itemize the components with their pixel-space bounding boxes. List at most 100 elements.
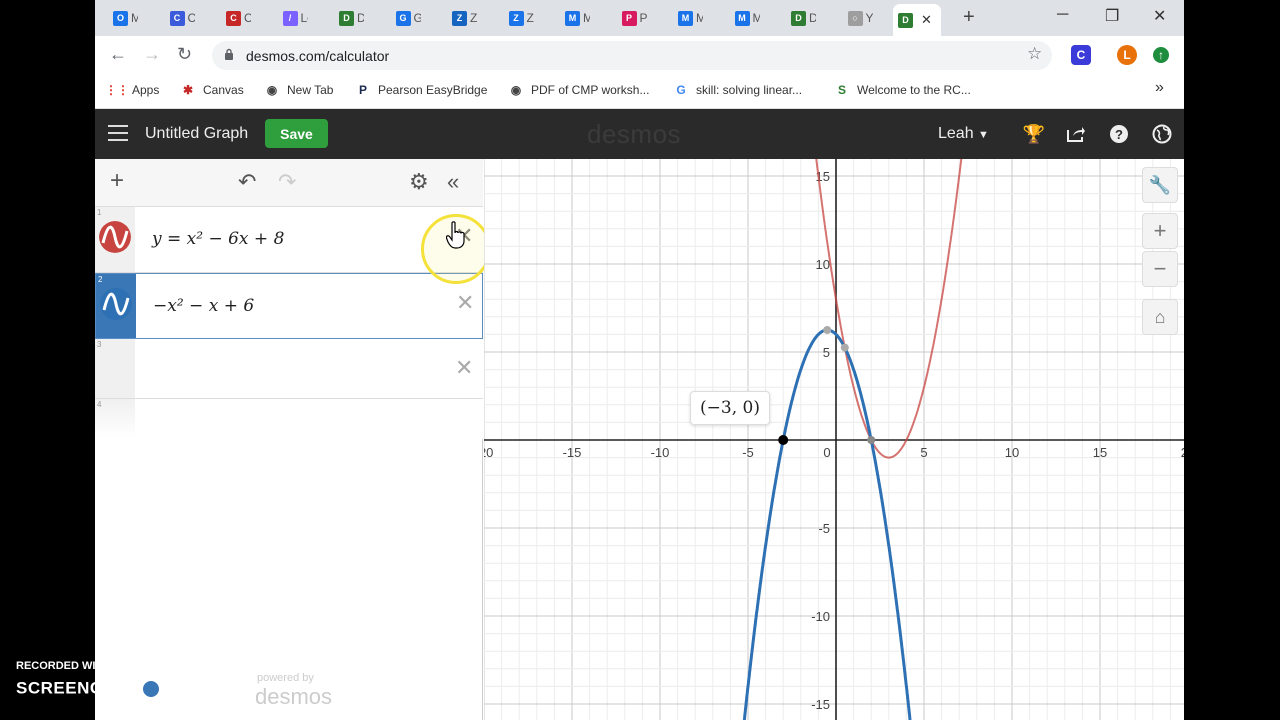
bookmark-label: skill: solving linear... bbox=[696, 83, 803, 97]
graph-point bbox=[823, 326, 832, 334]
expression-row-2[interactable]: 2 −x² − x + 6 ✕ bbox=[95, 273, 483, 339]
tab-title: De bbox=[357, 11, 364, 25]
graph-canvas[interactable]: -20-15-10-505101520-15-10-551015 bbox=[475, 141, 1184, 720]
collapse-panel-icon[interactable]: « bbox=[447, 169, 459, 195]
tab-title: Lo bbox=[300, 11, 308, 25]
browser-tab[interactable]: MM bbox=[673, 5, 703, 31]
browser-tab[interactable]: OM bbox=[108, 5, 138, 31]
back-icon[interactable]: ← bbox=[109, 44, 127, 65]
x-tick-label: -10 bbox=[651, 445, 670, 460]
bookmark-label: Pearson EasyBridge bbox=[378, 83, 488, 97]
browser-window: OMCClCCa/LoDDeGGeZZcZZcMMPPaMMMMDDe○Yc D… bbox=[95, 0, 1184, 720]
forward-icon[interactable]: → bbox=[143, 44, 161, 65]
new-tab-button[interactable]: + bbox=[963, 6, 975, 29]
browser-tab[interactable]: ZZc bbox=[447, 5, 477, 31]
bookmarks-bar: ⋮⋮ Apps ✱ Canvas ◉ New Tab P Pearson EasyBridge… bbox=[95, 74, 1184, 109]
browser-tab[interactable]: CCl bbox=[165, 5, 195, 31]
close-window-icon[interactable]: ✕ bbox=[1153, 6, 1166, 26]
minimize-icon[interactable]: ─ bbox=[1057, 6, 1068, 24]
user-menu[interactable]: Leah ▼ bbox=[938, 125, 989, 143]
bookmark-star-icon[interactable]: ☆ bbox=[1027, 44, 1042, 64]
restore-icon[interactable]: ❐ bbox=[1105, 6, 1119, 26]
browser-tab[interactable]: GGe bbox=[391, 5, 421, 31]
bookmark-item[interactable]: P Pearson EasyBridge bbox=[355, 82, 487, 98]
expression-row-4[interactable]: 4 bbox=[95, 399, 483, 439]
share-icon[interactable] bbox=[1065, 123, 1087, 145]
bookmark-item[interactable]: S Welcome to the RC... bbox=[834, 82, 971, 98]
bookmark-item[interactable]: ◉ New Tab bbox=[264, 82, 334, 98]
close-tab-icon[interactable]: ✕ bbox=[921, 12, 932, 28]
bookmark-favicon-icon: ⋮⋮ bbox=[105, 83, 129, 97]
graph-point bbox=[778, 435, 789, 445]
active-tab[interactable]: D ✕ bbox=[893, 4, 941, 36]
browser-tab[interactable]: ZZc bbox=[504, 5, 534, 31]
browser-tab[interactable]: CCa bbox=[221, 5, 251, 31]
browser-tab[interactable]: /Lo bbox=[278, 5, 308, 31]
x-tick-label: -5 bbox=[742, 445, 754, 460]
help-icon[interactable]: ? bbox=[1108, 123, 1130, 145]
undo-icon[interactable]: ↶ bbox=[238, 169, 256, 195]
expression-gutter: 3 bbox=[95, 339, 135, 398]
bookmark-label: New Tab bbox=[287, 83, 334, 97]
bookmark-label: Apps bbox=[132, 83, 160, 97]
bookmark-favicon-icon: P bbox=[358, 83, 367, 97]
bookmark-item[interactable]: ✱ Canvas bbox=[180, 82, 244, 98]
tab-title: M bbox=[583, 11, 590, 25]
x-tick-label: 20 bbox=[1181, 445, 1184, 460]
bookmark-favicon-icon: ✱ bbox=[182, 83, 194, 97]
reload-icon[interactable]: ↻ bbox=[177, 44, 192, 65]
point-coordinate-label[interactable]: (−3, 0) bbox=[690, 391, 770, 425]
expression-gutter: 4 bbox=[95, 399, 135, 439]
address-bar[interactable]: desmos.com/calculator bbox=[212, 41, 1052, 70]
bookmark-label: Canvas bbox=[203, 83, 244, 97]
expression-number: 4 bbox=[97, 400, 102, 409]
redo-icon[interactable]: ↷ bbox=[278, 169, 296, 195]
graph-title[interactable]: Untitled Graph bbox=[145, 125, 248, 143]
save-button[interactable]: Save bbox=[265, 119, 328, 148]
tab-favicon-icon: ○ bbox=[847, 10, 863, 26]
delete-expression-icon[interactable]: ✕ bbox=[455, 355, 473, 381]
browser-tab[interactable]: PPa bbox=[617, 5, 647, 31]
zoom-in-button[interactable]: + bbox=[1142, 213, 1178, 249]
globe-icon[interactable] bbox=[1151, 123, 1173, 145]
lock-icon bbox=[225, 48, 233, 60]
tab-favicon-icon: O bbox=[113, 10, 128, 26]
extension-c-icon[interactable]: C bbox=[1071, 45, 1091, 65]
expression-row-3[interactable]: 3 ✕ bbox=[95, 339, 483, 399]
browser-tab[interactable]: DDe bbox=[334, 5, 364, 31]
bookmarks-overflow-icon[interactable]: » bbox=[1155, 79, 1164, 97]
x-tick-label: 0 bbox=[823, 445, 830, 460]
y-tick-label: 10 bbox=[816, 257, 830, 272]
bookmark-favicon-icon: S bbox=[837, 83, 846, 97]
x-tick-label: -20 bbox=[484, 445, 493, 460]
browser-tab[interactable]: MM bbox=[560, 5, 590, 31]
expression-math[interactable]: −x² − x + 6 bbox=[153, 296, 254, 316]
add-item-button[interactable]: + bbox=[110, 167, 124, 195]
browser-tab[interactable]: ○Yc bbox=[843, 5, 873, 31]
blue-graph-style-icon[interactable] bbox=[100, 288, 132, 320]
trophy-icon[interactable]: 🏆 bbox=[1023, 123, 1045, 145]
bookmark-item[interactable]: Gskill: solving linear... bbox=[673, 82, 802, 98]
tab-favicon-icon: G bbox=[395, 10, 411, 26]
y-tick-label: -10 bbox=[811, 609, 830, 624]
graph-paper[interactable]: -20-15-10-505101520-15-10-551015 🔧 + − ⌂… bbox=[475, 141, 1184, 720]
graph-point bbox=[867, 436, 876, 444]
browser-tab[interactable]: DDe bbox=[786, 5, 816, 31]
profile-avatar-icon[interactable]: L bbox=[1117, 45, 1137, 65]
x-tick-label: 15 bbox=[1093, 445, 1107, 460]
menu-icon[interactable] bbox=[108, 125, 128, 141]
expression-gutter: 1 bbox=[95, 207, 135, 272]
graph-settings-wrench-icon[interactable]: 🔧 bbox=[1142, 167, 1178, 203]
red-graph-style-icon[interactable] bbox=[99, 221, 131, 253]
settings-gear-icon[interactable]: ⚙ bbox=[409, 169, 429, 195]
default-viewport-home-icon[interactable]: ⌂ bbox=[1142, 299, 1178, 335]
bookmark-item[interactable]: ◉ PDF of CMP worksh... bbox=[508, 82, 650, 98]
browser-tab[interactable]: MM bbox=[730, 5, 760, 31]
zoom-out-button[interactable]: − bbox=[1142, 251, 1178, 287]
desmos-favicon-icon: D bbox=[898, 12, 913, 28]
screencast-text: SCREENCAST bbox=[16, 678, 139, 698]
extension-update-icon[interactable]: ↑ bbox=[1153, 47, 1169, 63]
bookmark-item[interactable]: ⋮⋮ Apps bbox=[105, 82, 160, 98]
expression-math[interactable]: y = x² − 6x + 8 bbox=[152, 229, 284, 249]
delete-expression-icon[interactable]: ✕ bbox=[456, 290, 474, 316]
